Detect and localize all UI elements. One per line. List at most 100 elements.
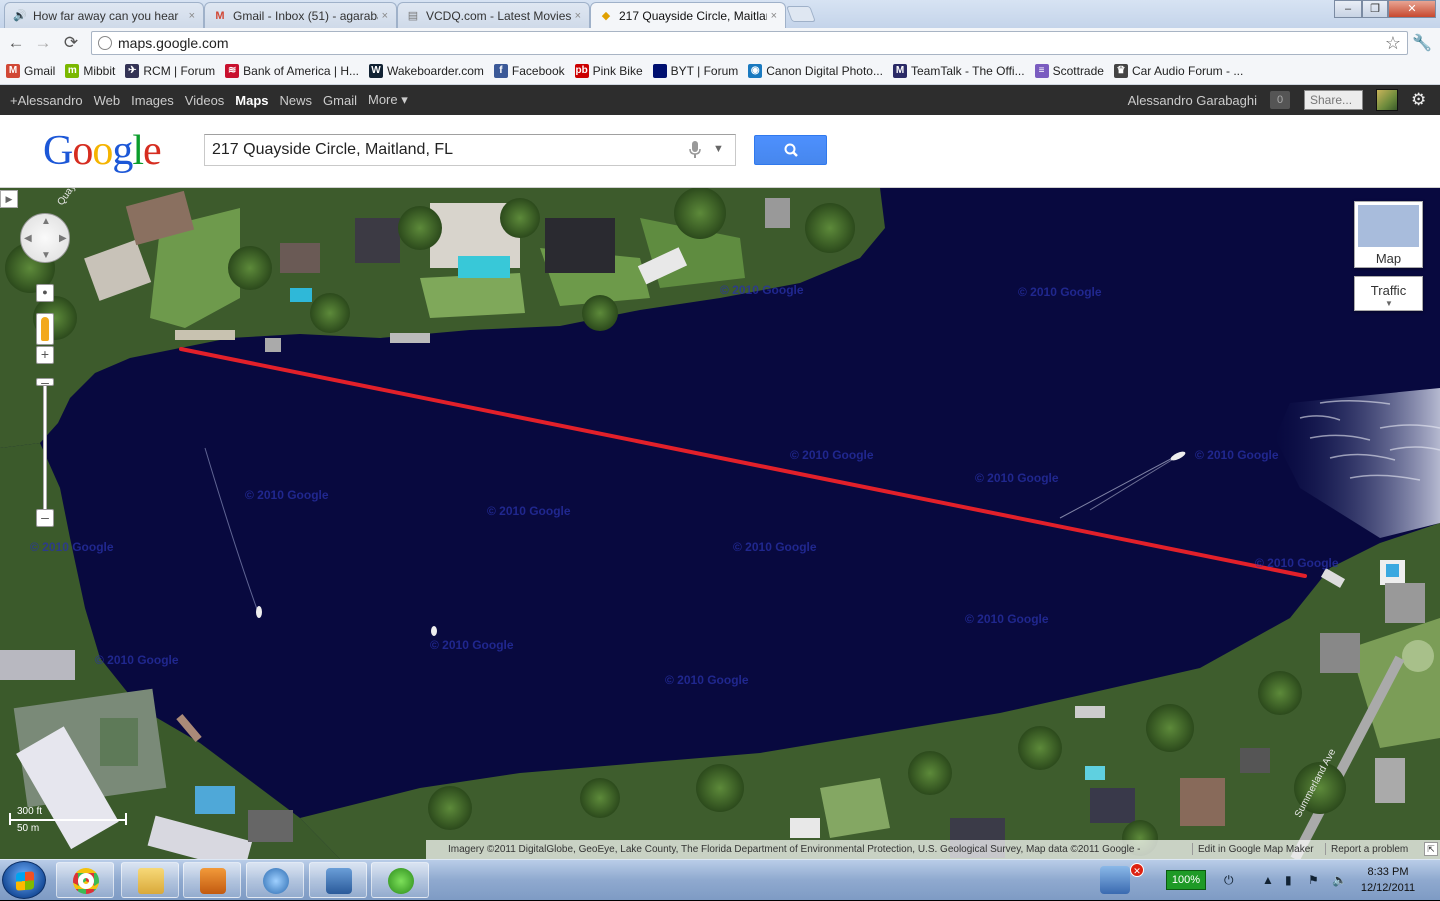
gear-icon[interactable]: ⚙: [1411, 90, 1426, 110]
wakeboarder-icon: W: [368, 64, 383, 78]
tab-strip: 🔊 How far away can you hear × M Gmail - …: [0, 0, 1440, 28]
search-input[interactable]: [205, 135, 675, 165]
caraudio-icon: ♛: [1113, 64, 1128, 78]
close-icon[interactable]: ×: [189, 10, 195, 22]
notification-count[interactable]: 0: [1270, 91, 1290, 109]
device-icon[interactable]: ▮: [1285, 873, 1292, 887]
gbar-gmail[interactable]: Gmail: [323, 93, 357, 108]
map-type-button[interactable]: Map: [1354, 201, 1423, 268]
star-icon[interactable]: ☆: [1385, 33, 1401, 54]
chevron-up-icon[interactable]: ▲: [1262, 873, 1274, 887]
pan-right-icon[interactable]: ▶: [59, 233, 67, 244]
bookmark-gmail[interactable]: M Gmail: [6, 64, 55, 78]
chevron-down-icon[interactable]: ▼: [713, 143, 724, 155]
bookmark-label: Bank of America | H...: [243, 64, 359, 78]
taskbar-utorrent[interactable]: [371, 862, 429, 898]
close-icon[interactable]: ×: [382, 10, 388, 22]
bookmark-pinkbike[interactable]: pb Pink Bike: [574, 64, 643, 78]
panel-toggle-icon[interactable]: ▶: [0, 190, 18, 208]
folder-icon: [138, 868, 164, 894]
media-player-icon: [200, 868, 226, 894]
taskbar-media-player[interactable]: [183, 862, 241, 898]
minimize-button[interactable]: –: [1334, 0, 1362, 18]
pan-up-icon[interactable]: ▲: [41, 216, 51, 227]
car-tray-icon[interactable]: [1100, 866, 1130, 894]
pan-down-icon[interactable]: ▼: [41, 250, 51, 261]
tab-title: Gmail - Inbox (51) - agaraba: [233, 8, 378, 23]
bookmark-teamtalk[interactable]: M TeamTalk - The Offi...: [892, 64, 1025, 78]
search-button[interactable]: [754, 135, 827, 165]
bookmark-scottrade[interactable]: ≡ Scottrade: [1034, 64, 1104, 78]
bookmark-caraudio[interactable]: ♛ Car Audio Forum - ...: [1113, 64, 1243, 78]
edit-map-maker-link[interactable]: Edit in Google Map Maker: [1198, 844, 1314, 855]
bookmark-mibbit[interactable]: m Mibbit: [65, 64, 115, 78]
gbar-web[interactable]: Web: [94, 93, 121, 108]
map-canvas[interactable]: Summerland Ave Quay © 2010 Google © 2010…: [0, 188, 1440, 859]
pan-left-icon[interactable]: ◀: [24, 233, 32, 244]
microphone-icon[interactable]: [689, 141, 701, 159]
expand-icon[interactable]: ⇱: [1424, 842, 1438, 856]
tab-title: How far away can you hear: [33, 8, 179, 23]
zoom-handle[interactable]: –: [36, 375, 54, 389]
gbar-videos[interactable]: Videos: [185, 93, 225, 108]
gbar-plus-user[interactable]: +Alessandro: [10, 93, 83, 108]
bookmark-camera[interactable]: ◉ Canon Digital Photo...: [748, 64, 883, 78]
zoom-out-button[interactable]: –: [36, 509, 54, 527]
mibbit-icon: m: [65, 64, 80, 78]
battery-indicator[interactable]: 100%: [1166, 870, 1206, 890]
tab-maps[interactable]: ◆ 217 Quayside Circle, Maitlan ×: [590, 2, 786, 28]
bookmark-rcm[interactable]: ✈ RCM | Forum: [125, 64, 215, 78]
zoom-slider[interactable]: [43, 378, 47, 518]
address-bar[interactable]: maps.google.com ☆: [91, 31, 1408, 55]
gbar-maps[interactable]: Maps: [235, 93, 268, 108]
recenter-icon[interactable]: ●: [36, 284, 54, 302]
google-bar: +Alessandro Web Images Videos Maps News …: [0, 85, 1440, 115]
taskbar-car-app[interactable]: [309, 862, 367, 898]
zoom-in-button[interactable]: +: [36, 346, 54, 364]
reload-icon[interactable]: ⟳: [60, 32, 82, 54]
close-icon[interactable]: ×: [575, 10, 581, 22]
taskbar-app[interactable]: [246, 862, 304, 898]
forward-arrow-icon[interactable]: →: [32, 32, 54, 54]
user-name[interactable]: Alessandro Garabaghi: [1128, 93, 1257, 108]
maximize-button[interactable]: ❐: [1362, 0, 1388, 18]
close-window-button[interactable]: ✕: [1388, 0, 1436, 18]
pegman-icon[interactable]: [36, 313, 54, 345]
pan-control[interactable]: ▲ ▼ ◀ ▶: [20, 213, 70, 263]
teamtalk-icon: M: [892, 64, 907, 78]
close-icon[interactable]: ×: [771, 10, 777, 22]
bookmark-facebook[interactable]: f Facebook: [493, 64, 565, 78]
browser-toolbar: ← → ⟳ maps.google.com ☆ 🔧: [0, 28, 1440, 58]
imagery-watermark: © 2010 Google: [665, 673, 749, 687]
clock-date: 12/12/2011: [1360, 882, 1416, 894]
power-plug-icon[interactable]: ⏻: [1224, 873, 1234, 888]
traffic-button[interactable]: Traffic ▼: [1354, 276, 1423, 311]
scale-line: [9, 813, 127, 825]
vcdq-icon: ▤: [407, 9, 419, 22]
avatar[interactable]: [1376, 89, 1398, 111]
attribution-text: Imagery ©2011 DigitalGlobe, GeoEye, Lake…: [448, 844, 1141, 855]
tab-gmail[interactable]: M Gmail - Inbox (51) - agaraba ×: [204, 2, 397, 28]
gbar-images[interactable]: Images: [131, 93, 174, 108]
bookmark-bofa[interactable]: ≋ Bank of America | H...: [225, 64, 359, 78]
start-button[interactable]: [2, 861, 46, 899]
bookmark-label: Scottrade: [1052, 64, 1104, 78]
back-arrow-icon[interactable]: ←: [5, 32, 27, 54]
report-problem-link[interactable]: Report a problem: [1331, 844, 1408, 855]
taskbar-chrome[interactable]: [56, 862, 114, 898]
google-logo[interactable]: Google: [43, 127, 162, 175]
clock[interactable]: 8:33 PM 12/12/2011: [1356, 864, 1420, 896]
bookmark-label: Mibbit: [83, 64, 116, 78]
volume-icon[interactable]: 🔈: [1332, 873, 1347, 887]
gbar-more[interactable]: More ▾: [368, 92, 408, 108]
wrench-icon[interactable]: 🔧: [1412, 33, 1432, 53]
gbar-news[interactable]: News: [280, 93, 313, 108]
share-box[interactable]: Share...: [1304, 90, 1363, 110]
tab-vcdq[interactable]: ▤ VCDQ.com - Latest Movies, ×: [397, 2, 590, 28]
new-tab-button[interactable]: [786, 6, 816, 22]
tab-how-far[interactable]: 🔊 How far away can you hear ×: [4, 2, 204, 28]
bookmark-wakeboarder[interactable]: W Wakeboarder.com: [368, 64, 484, 78]
bookmark-byt[interactable]: BYT | Forum: [652, 64, 738, 78]
flag-icon[interactable]: ⚑: [1308, 873, 1319, 887]
taskbar-explorer[interactable]: [121, 862, 179, 898]
